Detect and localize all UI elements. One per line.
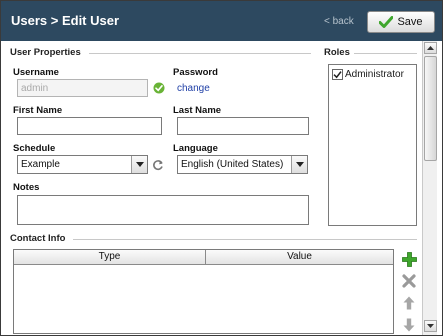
scrollbar-thumb[interactable] (424, 56, 437, 161)
save-button[interactable]: Save (367, 11, 435, 33)
password-change-link[interactable]: change (177, 83, 210, 94)
column-header-value[interactable]: Value (206, 250, 393, 265)
check-icon (379, 16, 394, 28)
check-circle-icon (151, 80, 167, 96)
x-icon[interactable] (401, 273, 417, 289)
language-value: English (United States) (181, 159, 284, 170)
role-checkbox[interactable] (332, 69, 343, 80)
last-name-label: Last Name (173, 105, 222, 116)
refresh-icon[interactable] (150, 157, 166, 173)
last-name-field[interactable] (177, 117, 309, 135)
table-header: Type Value (14, 250, 393, 265)
scroll-down-button[interactable] (424, 320, 437, 332)
language-label: Language (173, 143, 218, 154)
language-dropdown[interactable]: English (United States) (177, 155, 308, 174)
schedule-value: Example (21, 159, 60, 170)
divider (89, 53, 311, 54)
first-name-field[interactable] (17, 117, 162, 135)
vertical-scrollbar[interactable] (422, 41, 437, 335)
roles-legend: Roles (324, 47, 354, 58)
roles-list: Administrator (328, 64, 417, 226)
username-label: Username (13, 67, 59, 78)
scroll-up-button[interactable] (424, 42, 437, 54)
save-label: Save (397, 16, 423, 28)
user-properties-legend: User Properties (10, 47, 85, 58)
chevron-down-icon[interactable] (291, 156, 307, 173)
schedule-dropdown[interactable]: Example (17, 155, 148, 174)
page-title: Users > Edit User (11, 13, 120, 28)
notes-field[interactable] (17, 195, 309, 225)
chevron-down-icon[interactable] (131, 156, 147, 173)
notes-label: Notes (13, 182, 40, 193)
column-header-type[interactable]: Type (14, 250, 205, 265)
arrow-down-icon[interactable] (401, 317, 417, 333)
header-bar: Users > Edit User < back Save (1, 1, 442, 41)
role-item-administrator[interactable]: Administrator (332, 69, 404, 80)
arrow-up-icon[interactable] (401, 295, 417, 311)
username-field (17, 79, 148, 97)
contact-info-legend: Contact Info (10, 233, 70, 244)
plus-icon[interactable] (401, 251, 417, 267)
back-link[interactable]: < back (324, 16, 354, 27)
role-label: Administrator (345, 69, 404, 80)
contact-info-table: Type Value (13, 249, 394, 334)
password-label: Password (173, 67, 218, 78)
divider (354, 53, 417, 54)
first-name-label: First Name (13, 105, 63, 116)
schedule-label: Schedule (13, 143, 56, 154)
edit-user-window: Users > Edit User < back Save User Prope… (0, 0, 443, 336)
divider (73, 239, 417, 240)
